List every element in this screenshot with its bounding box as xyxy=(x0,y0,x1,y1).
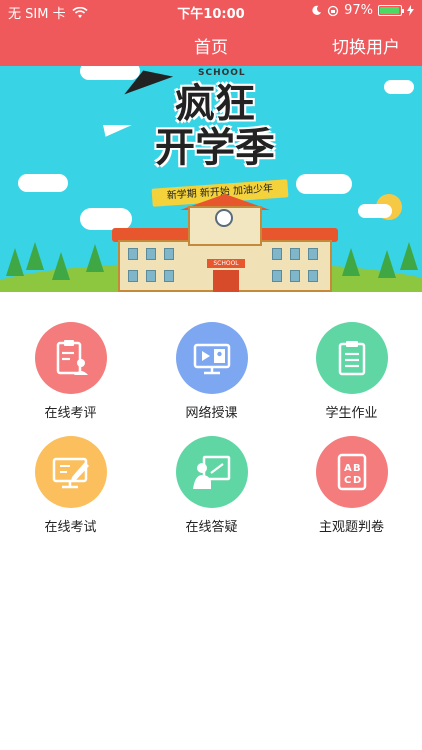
feature-label: 在线考试 xyxy=(44,520,97,535)
school-sign: SCHOOL xyxy=(207,259,245,268)
battery-fill xyxy=(380,7,399,14)
tree-graphic xyxy=(6,248,24,276)
exam-pencil-monitor-icon xyxy=(52,457,89,489)
feature-icon-circle xyxy=(35,436,107,508)
tree-graphic xyxy=(378,250,396,278)
battery-icon xyxy=(378,5,404,16)
svg-text:B: B xyxy=(353,463,361,474)
status-bar: 无 SIM 卡 下午10:00 97% xyxy=(0,0,422,22)
homework-clipboard-icon xyxy=(338,341,366,376)
promo-banner[interactable]: SCHOOL 疯狂 开学季 新学期 新开始 加油少年 SCHOOL xyxy=(0,66,422,292)
feature-icon-circle xyxy=(176,436,248,508)
tree-graphic xyxy=(342,248,360,276)
window xyxy=(164,270,174,282)
status-right: 97% xyxy=(311,3,414,18)
cloud-graphic xyxy=(296,174,352,194)
cloud-graphic xyxy=(358,204,392,218)
feature-icon-circle xyxy=(35,322,107,394)
feature-student-homework[interactable]: 学生作业 xyxy=(281,318,422,426)
feature-label: 在线答疑 xyxy=(185,520,238,535)
window xyxy=(272,248,282,260)
feature-online-exam[interactable]: 在线考试 xyxy=(0,432,141,540)
feature-subjective-grading[interactable]: A B C D 主观题判卷 xyxy=(281,432,422,540)
feature-label: 在线考评 xyxy=(44,406,97,421)
feature-online-qa[interactable]: 在线答疑 xyxy=(141,432,282,540)
window xyxy=(272,270,282,282)
top-bar: 无 SIM 卡 下午10:00 97% 首页 切换用户 xyxy=(0,0,422,66)
evaluation-clipboard-icon xyxy=(56,340,88,375)
cloud-graphic xyxy=(18,174,68,192)
window xyxy=(308,248,318,260)
window xyxy=(164,248,174,260)
feature-icon-circle xyxy=(176,322,248,394)
moon-icon xyxy=(312,5,322,15)
school-door xyxy=(213,270,239,292)
qa-teacher-board-icon xyxy=(193,455,231,489)
feature-label: 学生作业 xyxy=(325,406,378,421)
abcd-answer-sheet-icon: A B C D xyxy=(337,453,367,491)
tree-graphic xyxy=(400,242,418,270)
window xyxy=(308,270,318,282)
switch-user-button[interactable]: 切换用户 xyxy=(332,33,400,58)
feature-online-evaluation[interactable]: 在线考评 xyxy=(0,318,141,426)
banner-school-tag: SCHOOL xyxy=(198,68,246,78)
banner-headline: 疯狂 开学季 xyxy=(130,82,300,170)
cloud-graphic xyxy=(80,208,132,230)
tree-graphic xyxy=(52,252,70,280)
feature-label: 网络授课 xyxy=(185,406,238,421)
window xyxy=(290,270,300,282)
feature-icon-circle xyxy=(316,322,388,394)
tree-graphic xyxy=(26,242,44,270)
online-teaching-screen-icon xyxy=(193,343,231,375)
svg-text:A: A xyxy=(344,463,352,474)
banner-headline-line1: 疯狂 xyxy=(175,81,255,127)
banner-headline-line2: 开学季 xyxy=(155,125,275,171)
window xyxy=(290,248,300,260)
window xyxy=(128,270,138,282)
feature-label: 主观题判卷 xyxy=(318,520,384,535)
feature-icon-circle: A B C D xyxy=(316,436,388,508)
window xyxy=(128,248,138,260)
svg-text:C: C xyxy=(344,475,351,486)
window xyxy=(146,270,156,282)
cloud-graphic xyxy=(384,80,414,94)
orientation-lock-icon xyxy=(327,5,339,16)
clock-graphic xyxy=(215,209,233,227)
svg-text:D: D xyxy=(353,475,361,486)
window xyxy=(146,248,156,260)
paper-plane-graphic xyxy=(103,119,133,137)
charging-bolt-icon xyxy=(407,5,414,16)
battery-percent: 97% xyxy=(344,3,373,18)
feature-online-teaching[interactable]: 网络授课 xyxy=(141,318,282,426)
tree-graphic xyxy=(86,244,104,272)
